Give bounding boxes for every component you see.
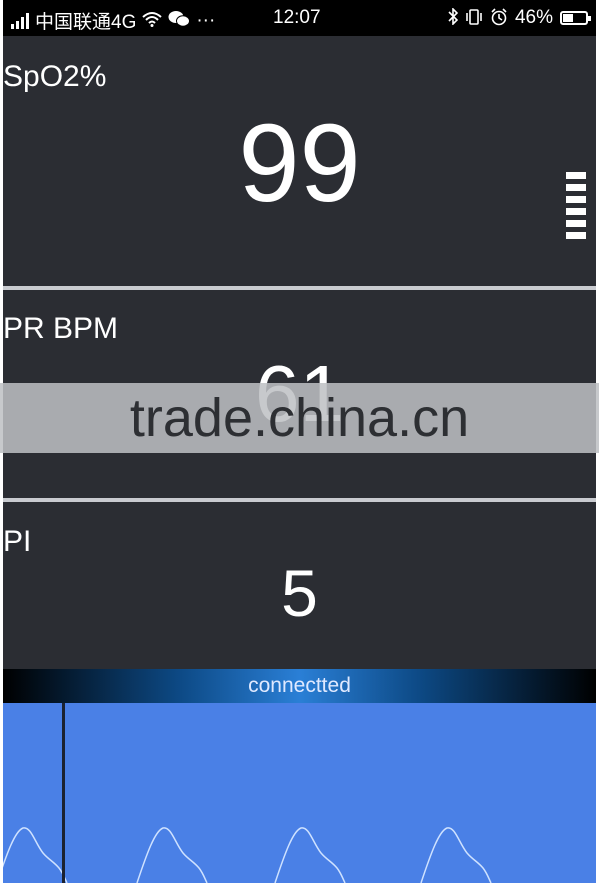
alarm-clock-icon [490,7,508,29]
carrier-label: 中国联通4G [35,12,137,33]
status-bar: 中国联通4G ··· 12:07 46% [3,0,596,36]
more-notifications-label: ··· [196,9,216,31]
clock: 12:07 [273,7,321,28]
waveform-line [3,827,492,883]
perfusion-index-value: 5 [281,556,318,630]
pulse-rate-label: PR BPM [3,312,119,345]
spo2-value: 99 [238,102,361,225]
battery-percent: 46% [514,7,553,28]
signal-bar [566,232,586,239]
bluetooth-icon [448,7,459,28]
signal-bar [566,208,586,215]
connection-status-bar: connectted [3,669,596,703]
watermark: trade.china.cn [0,383,599,453]
waveform-cursor [62,703,65,883]
signal-bar [566,196,586,203]
status-bar-right: 46% [448,7,591,29]
signal-bar [566,172,586,179]
perfusion-index-panel: PI 5 [3,503,596,669]
battery-icon [560,11,591,25]
signal-strength-indicator [566,172,586,239]
perfusion-index-label: PI [3,525,32,558]
vibrate-icon [465,8,483,28]
signal-bar [566,220,586,227]
status-bar-left: 中国联通4G ··· [11,7,215,34]
signal-bar [566,184,586,191]
wechat-icon [168,10,191,31]
spo2-panel: SpO2% 99 [3,38,596,286]
panel-divider [3,498,596,502]
wifi-icon [142,11,163,30]
pleth-waveform [3,703,596,883]
cellular-signal-icon [11,12,29,29]
spo2-label: SpO2% [3,60,107,93]
